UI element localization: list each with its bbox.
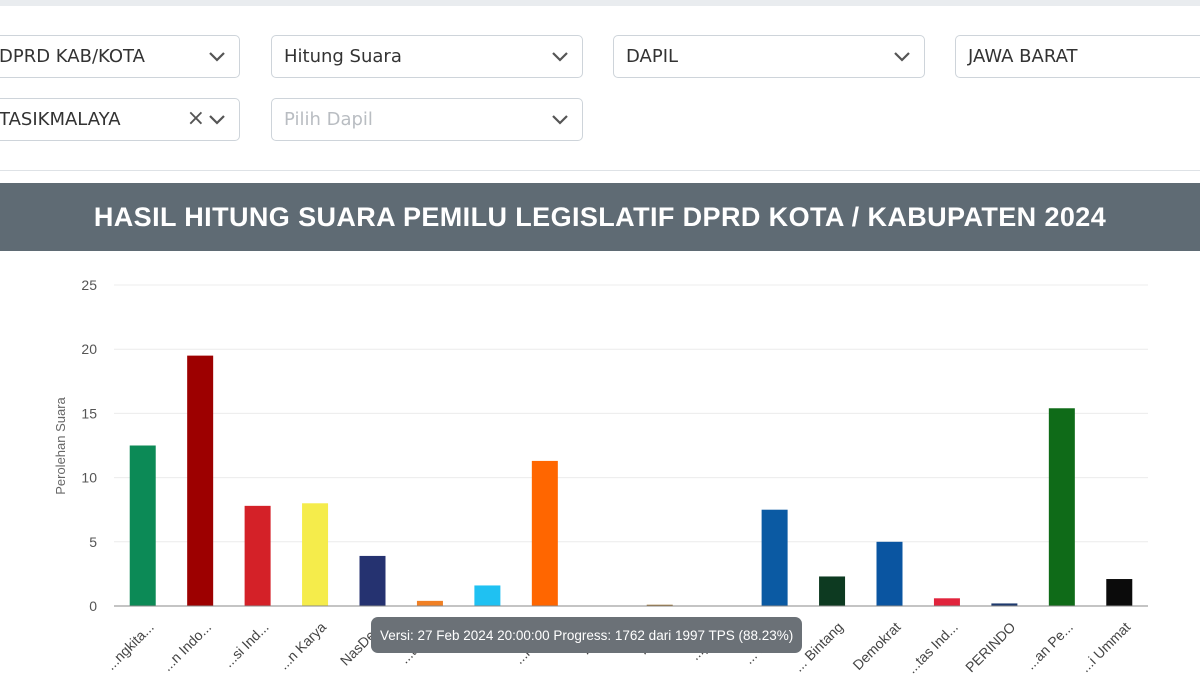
bar[interactable] bbox=[359, 555, 386, 606]
y-tick-label: 0 bbox=[89, 598, 97, 614]
election-type-select[interactable]: DPRD KAB/KOTA bbox=[0, 35, 240, 78]
dapil-placeholder: Pilih Dapil bbox=[284, 109, 373, 130]
x-tick-label: ...n Karya bbox=[275, 619, 329, 673]
bar[interactable] bbox=[416, 600, 443, 606]
election-type-value: DPRD KAB/KOTA bbox=[0, 46, 145, 67]
regency-select[interactable]: TASIKMALAYA × bbox=[0, 98, 240, 141]
filter-panel: DPRD KAB/KOTA Hitung Suara DAPIL JAWA BA… bbox=[0, 6, 1200, 176]
x-tick-label: ...an Pe... bbox=[1022, 619, 1076, 673]
chevron-down-icon[interactable] bbox=[550, 46, 570, 66]
chart-title: HASIL HITUNG SUARA PEMILU LEGISLATIF DPR… bbox=[93, 201, 1107, 232]
region-level-value: DAPIL bbox=[626, 46, 679, 67]
bar[interactable] bbox=[187, 355, 214, 606]
progress-tooltip: Versi: 27 Feb 2024 20:00:00 Progress: 17… bbox=[371, 617, 803, 653]
province-value: JAWA BARAT bbox=[968, 46, 1078, 67]
count-type-select[interactable]: Hitung Suara bbox=[271, 35, 583, 78]
regency-value: TASIKMALAYA bbox=[0, 109, 121, 130]
province-select[interactable]: JAWA BARAT bbox=[955, 35, 1200, 78]
bar[interactable] bbox=[933, 598, 960, 606]
bars bbox=[129, 355, 1133, 607]
dapil-select[interactable]: Pilih Dapil bbox=[271, 98, 583, 141]
y-axis-label: Perolehan Suara bbox=[53, 396, 68, 494]
y-tick-label: 10 bbox=[81, 470, 97, 486]
x-tick-label: Demokrat bbox=[849, 619, 903, 673]
y-axis-ticks: 0 5 10 15 20 25 bbox=[81, 277, 97, 614]
clear-icon[interactable]: × bbox=[187, 108, 205, 130]
chevron-down-icon[interactable] bbox=[892, 46, 912, 66]
bar[interactable] bbox=[876, 541, 903, 606]
bar[interactable] bbox=[1048, 408, 1075, 606]
count-type-value: Hitung Suara bbox=[284, 46, 402, 67]
bar[interactable] bbox=[244, 505, 271, 606]
x-tick-label: ...tas Ind... bbox=[904, 619, 962, 675]
x-tick-label: ...n Indo... bbox=[159, 619, 214, 674]
x-tick-label: PERINDO bbox=[962, 619, 1018, 675]
y-tick-label: 20 bbox=[81, 341, 97, 357]
chevron-down-icon[interactable] bbox=[550, 109, 570, 129]
x-tick-label: ...i Ummat bbox=[1077, 619, 1133, 675]
bar[interactable] bbox=[474, 585, 501, 606]
bar[interactable] bbox=[531, 460, 558, 606]
y-tick-label: 15 bbox=[81, 405, 97, 421]
chevron-down-icon[interactable] bbox=[207, 109, 227, 129]
bar[interactable] bbox=[302, 503, 329, 606]
x-tick-label: ...ngkita... bbox=[103, 619, 157, 673]
region-level-select[interactable]: DAPIL bbox=[613, 35, 925, 78]
divider bbox=[0, 170, 1200, 171]
bar[interactable] bbox=[129, 445, 156, 607]
bar[interactable] bbox=[1106, 579, 1133, 606]
chart-title-banner: HASIL HITUNG SUARA PEMILU LEGISLATIF DPR… bbox=[0, 183, 1200, 251]
bar[interactable] bbox=[761, 509, 788, 606]
bar[interactable] bbox=[819, 576, 846, 606]
y-tick-label: 5 bbox=[89, 534, 97, 550]
y-tick-label: 25 bbox=[81, 277, 97, 293]
progress-tooltip-text: Versi: 27 Feb 2024 20:00:00 Progress: 17… bbox=[380, 627, 794, 643]
vote-bar-chart: 0 5 10 15 20 25 Perolehan Suara ...ngkita....… bbox=[53, 277, 1148, 675]
chevron-down-icon[interactable] bbox=[207, 46, 227, 66]
grid bbox=[114, 284, 1148, 543]
x-tick-label: ...si Ind... bbox=[220, 619, 271, 670]
